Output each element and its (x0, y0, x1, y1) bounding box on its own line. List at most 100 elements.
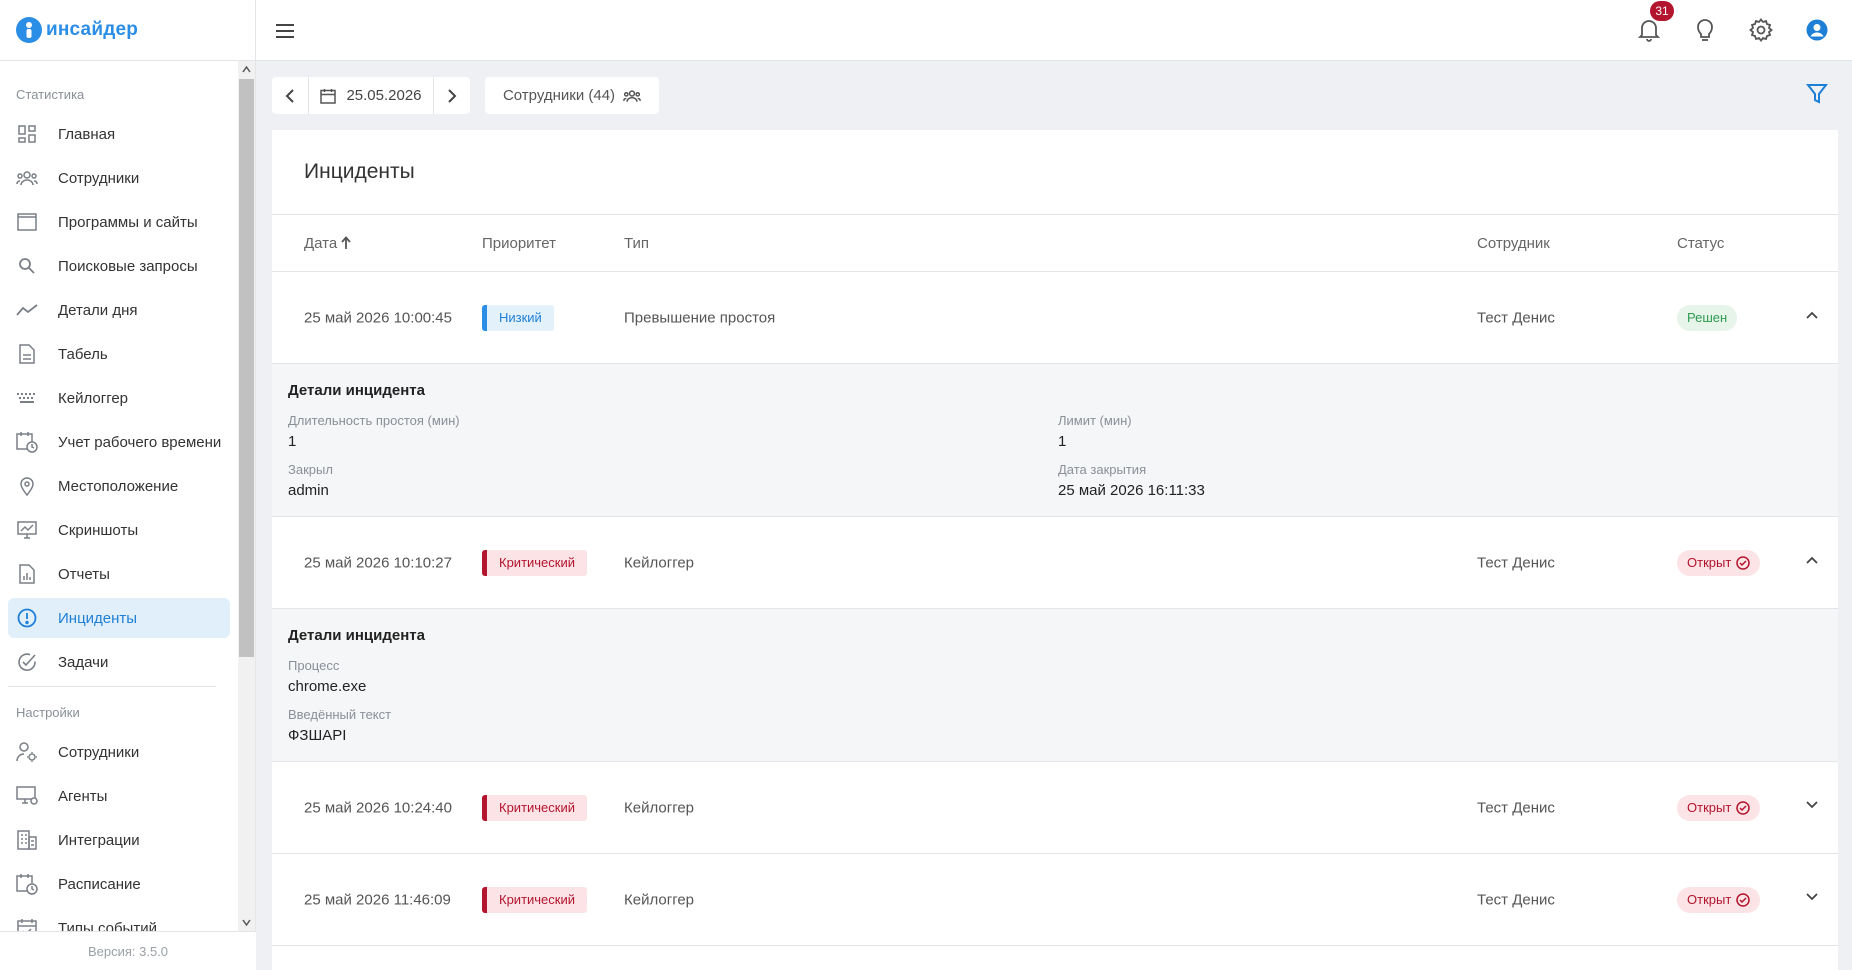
table-row[interactable]: 25 май 2026 10:10:27 Критический Кейлогг… (272, 517, 1838, 609)
user-avatar-icon (1806, 19, 1828, 41)
priority-badge: Низкий (482, 304, 554, 331)
table-row[interactable]: 25 май 2026 11:46:09 Критический Кейлогг… (272, 854, 1838, 946)
details-title: Детали инцидента (288, 382, 425, 399)
sidebar-item-schedule[interactable]: Расписание (8, 864, 230, 904)
tips-button[interactable] (1690, 15, 1720, 45)
document-icon (16, 343, 38, 365)
sidebar-item-employees-settings[interactable]: Сотрудники (8, 732, 230, 772)
details-title: Детали инцидента (288, 627, 425, 644)
check-circle-icon (1736, 892, 1751, 907)
sidebar-item-employees[interactable]: Сотрудники (8, 158, 230, 198)
people-icon (16, 167, 38, 189)
logo-text: инсайдер (46, 19, 139, 40)
prev-date-button[interactable] (272, 77, 308, 114)
people-icon (623, 89, 641, 103)
sidebar-item-incidents[interactable]: Инциденты (8, 598, 230, 638)
sidebar-nav: Статистика Главная Сотрудники Программы … (0, 61, 238, 931)
check-circle-icon (1736, 800, 1751, 815)
chevron-down-icon[interactable] (1805, 892, 1821, 908)
sidebar-item-label: Табель (58, 345, 108, 363)
keyboard-icon (16, 387, 38, 409)
gear-icon (1749, 18, 1773, 42)
sidebar-item-agents[interactable]: Агенты (8, 776, 230, 816)
page-title: Инциденты (272, 130, 1838, 215)
sidebar-item-label: Сотрудники (58, 743, 140, 761)
detail-field: Длительность простоя (мин) 1 (288, 413, 460, 450)
employees-filter-button[interactable]: Сотрудники (44) (485, 77, 659, 114)
status-badge: Открыт (1677, 794, 1761, 821)
column-header-employee[interactable]: Сотрудник (1477, 235, 1550, 252)
incident-employee: Тест Денис (1477, 891, 1555, 908)
status-badge: Открыт (1677, 549, 1761, 576)
profile-button[interactable] (1802, 15, 1832, 45)
table-row[interactable]: 25 май 2026 10:24:40 Критический Кейлогг… (272, 762, 1838, 854)
menu-icon[interactable] (271, 17, 299, 45)
chevron-up-icon[interactable] (1805, 555, 1821, 571)
monitor-settings-icon (16, 785, 38, 807)
sidebar-item-work-time[interactable]: Учет рабочего времени (8, 422, 230, 462)
sidebar: инсайдер Статистика Главная Сотрудники П… (0, 0, 256, 970)
sidebar-item-screenshots[interactable]: Скриншоты (8, 510, 230, 550)
incident-type: Кейлоггер (624, 554, 695, 571)
incident-employee: Тест Денис (1477, 309, 1555, 326)
check-circle-icon (16, 651, 38, 673)
sidebar-item-label: Местоположение (58, 477, 179, 495)
status-badge: Решен (1677, 304, 1738, 331)
sidebar-item-keylogger[interactable]: Кейлоггер (8, 378, 230, 418)
date-value: 25.05.2026 (346, 87, 422, 104)
status-badge: Открыт (1677, 886, 1761, 913)
logo[interactable]: инсайдер (0, 0, 255, 61)
lightbulb-icon (1696, 18, 1714, 42)
column-header-status[interactable]: Статус (1677, 235, 1724, 252)
sidebar-item-location[interactable]: Местоположение (8, 466, 230, 506)
incident-employee: Тест Денис (1477, 799, 1555, 816)
window-icon (16, 211, 38, 233)
chevron-up-icon[interactable] (1805, 310, 1821, 326)
sidebar-item-label: Программы и сайты (58, 213, 198, 231)
date-field[interactable]: 25.05.2026 (308, 77, 434, 114)
column-header-priority[interactable]: Приоритет (482, 235, 556, 252)
sidebar-item-timesheet[interactable]: Табель (8, 334, 230, 374)
sidebar-item-label: Сотрудники (58, 169, 140, 187)
table-header: Дата Приоритет Тип Сотрудник Статус (272, 215, 1838, 272)
sidebar-item-integrations[interactable]: Интеграции (8, 820, 230, 860)
incident-date: 25 май 2026 10:10:27 (304, 554, 452, 571)
incident-employee: Тест Денис (1477, 554, 1555, 571)
detail-field: Дата закрытия 25 май 2026 16:11:33 (1058, 462, 1205, 499)
chevron-up-icon[interactable] (242, 65, 251, 74)
settings-button[interactable] (1746, 15, 1776, 45)
scrollbar-thumb[interactable] (239, 79, 254, 657)
section-stats-label: Статистика (16, 87, 85, 102)
date-picker: 25.05.2026 (272, 77, 470, 114)
column-header-date[interactable]: Дата (304, 235, 351, 252)
sidebar-scrollbar[interactable] (238, 61, 255, 931)
sidebar-item-event-types[interactable]: Типы событий (8, 908, 230, 931)
priority-badge: Критический (482, 886, 587, 913)
column-header-type[interactable]: Тип (624, 235, 649, 252)
screenshot-icon (16, 519, 38, 541)
sidebar-item-label: Отчеты (58, 565, 110, 583)
sidebar-item-day-details[interactable]: Детали дня (8, 290, 230, 330)
sidebar-item-tasks[interactable]: Задачи (8, 642, 230, 682)
filter-icon[interactable] (1806, 83, 1830, 107)
location-icon (16, 475, 38, 497)
sidebar-item-label: Главная (58, 125, 116, 143)
bell-icon (1638, 18, 1660, 42)
search-icon (16, 255, 38, 277)
sidebar-item-programs[interactable]: Программы и сайты (8, 202, 230, 242)
sidebar-item-home[interactable]: Главная (8, 114, 230, 154)
sidebar-item-search-queries[interactable]: Поисковые запросы (8, 246, 230, 286)
employees-filter-label: Сотрудники (44) (502, 87, 616, 104)
next-date-button[interactable] (434, 77, 470, 114)
chevron-right-icon (447, 88, 457, 103)
notifications-button[interactable]: 31 (1634, 1, 1674, 45)
trend-icon (16, 299, 38, 321)
chevron-left-icon (285, 88, 295, 103)
chevron-down-icon[interactable] (1805, 800, 1821, 816)
incident-type: Кейлоггер (624, 891, 695, 908)
sidebar-item-reports[interactable]: Отчеты (8, 554, 230, 594)
table-row[interactable]: 25 май 2026 10:00:45 Низкий Превышение п… (272, 272, 1838, 364)
sidebar-item-label: Учет рабочего времени (58, 433, 222, 451)
chevron-down-icon[interactable] (242, 918, 251, 927)
calendar-clock-icon (16, 431, 38, 453)
